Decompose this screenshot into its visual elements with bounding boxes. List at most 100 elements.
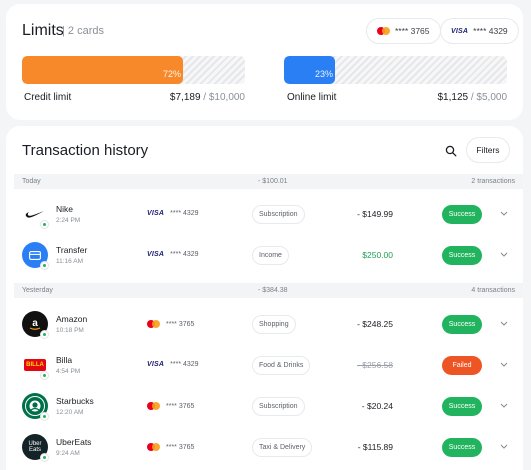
merchant-name: Amazon [56,314,88,324]
online-limit-value: $1,125 / $5,000 [437,92,507,103]
credit-limit-bar [22,56,245,84]
card-number: **** 3765 [395,26,430,36]
limits-title: Limits [22,22,64,39]
status-dot-icon [40,412,49,421]
credit-limit-used: $7,189 [169,92,201,103]
transaction-amount: - $248.25 [357,319,393,329]
limits-card: Limits | 2 cards **** 3765 VISA **** 432… [6,4,523,120]
credit-limit-fill [22,56,183,84]
credit-limit-percent: 72% [163,69,182,79]
chevron-down-icon [500,321,508,326]
card-number: **** 3765 [166,443,195,451]
svg-text:a: a [32,318,38,329]
online-limit-used: $1,125 [437,92,469,103]
online-limit-percent: 23% [315,69,334,79]
expand-row-button[interactable] [498,440,510,452]
merchant-name: UberEats [56,437,92,447]
transaction-time: 10:18 PM [56,327,84,334]
credit-limit-label: Credit limit [24,92,72,103]
chevron-down-icon [500,211,508,216]
merchant-name: Nike [56,204,74,214]
status-dot-icon [40,330,49,339]
category-tag: Shopping [252,315,296,334]
transaction-row[interactable]: BILLA Billa 4:54 PM VISA **** 4329 Food … [6,345,523,385]
category-tag: Subscription [252,205,305,224]
transaction-amount: $250.00 [362,250,393,260]
expand-row-button[interactable] [498,317,510,329]
transaction-row[interactable]: Transfer 11:16 AM VISA **** 4329 Income … [6,235,523,275]
expand-row-button[interactable] [498,207,510,219]
mastercard-icon [147,443,160,451]
chevron-down-icon [500,362,508,367]
status-dot-icon [40,220,49,229]
credit-limit-value: $7,189 / $10,000 [170,92,245,103]
status-dot-icon [40,453,49,462]
card-selector-visa[interactable]: VISA **** 4329 [440,18,519,44]
transaction-history-card: Transaction history Filters Today - $100… [6,126,523,470]
expand-row-button[interactable] [498,248,510,260]
status-badge: Success [442,438,482,457]
status-badge: Success [442,397,482,416]
group-header-today: Today - $100.01 2 transactions [14,174,523,189]
transaction-history-title: Transaction history [22,142,149,159]
visa-icon: VISA [147,210,165,217]
card-info: VISA **** 4329 [147,361,199,368]
merchant-name: Transfer [56,245,88,255]
transaction-amount: - $149.99 [357,209,393,219]
status-dot-icon [40,261,49,270]
group-total: - $100.01 [258,178,288,185]
card-info: VISA **** 4329 [147,210,199,217]
search-button[interactable] [438,138,464,164]
expand-row-button[interactable] [498,399,510,411]
visa-icon: VISA [147,361,165,368]
transaction-time: 2:24 PM [56,217,81,224]
status-badge: Success [442,205,482,224]
card-info: VISA **** 4329 [147,251,199,258]
group-day: Today [22,178,41,185]
transaction-time: 4:54 PM [56,368,81,375]
chevron-down-icon [500,252,508,257]
ubereats-logo-text: Uber Eats [28,440,42,454]
mastercard-icon [377,27,390,35]
chevron-down-icon [500,403,508,408]
transaction-amount: - $20.24 [361,401,393,411]
card-info: **** 3765 [147,443,194,451]
card-number: **** 4329 [170,210,199,217]
status-badge: Failed [442,356,482,375]
transaction-row[interactable]: a Amazon 10:18 PM **** 3765 Shopping - $… [6,304,523,344]
transaction-amount: - $115.89 [357,442,393,452]
card-info: **** 3765 [147,320,194,328]
search-icon [445,145,457,157]
status-badge: Success [442,315,482,334]
transaction-time: 11:16 AM [56,258,83,265]
status-dot-icon [40,371,49,380]
merchant-name: Billa [56,355,73,365]
group-day: Yesterday [22,287,53,294]
visa-icon: VISA [451,27,469,35]
expand-row-button[interactable] [498,358,510,370]
group-count: 4 transactions [471,287,515,294]
group-header-yesterday: Yesterday - $384.38 4 transactions [14,283,523,298]
chevron-down-icon [500,444,508,449]
card-number: **** 3765 [166,402,195,410]
card-number: **** 3765 [166,320,195,328]
transaction-amount: - $256.58 [357,360,393,370]
card-selector-mastercard[interactable]: **** 3765 [366,18,441,44]
category-tag: Income [252,246,289,265]
card-info: **** 3765 [147,402,194,410]
status-badge: Success [442,246,482,265]
transaction-time: 9:24 AM [56,450,80,457]
card-number: **** 4329 [170,361,199,368]
card-number: **** 4329 [170,251,199,258]
online-limit-label: Online limit [287,92,337,103]
online-limit-total: / $5,000 [468,92,507,103]
transaction-row[interactable]: Starbucks 12:20 AM **** 3765 Subscriptio… [6,386,523,426]
credit-limit-total: / $10,000 [200,92,245,103]
card-number: **** 4329 [473,26,508,36]
transaction-row[interactable]: Uber Eats UberEats 9:24 AM **** 3765 Tax… [6,427,523,467]
billa-logo-text: BILLA [24,359,46,371]
limits-subtitle: | 2 cards [62,25,104,37]
transaction-row[interactable]: Nike 2:24 PM VISA **** 4329 Subscription… [6,194,523,234]
category-tag: Taxi & Delivery [252,438,313,457]
filters-button[interactable]: Filters [466,137,510,163]
